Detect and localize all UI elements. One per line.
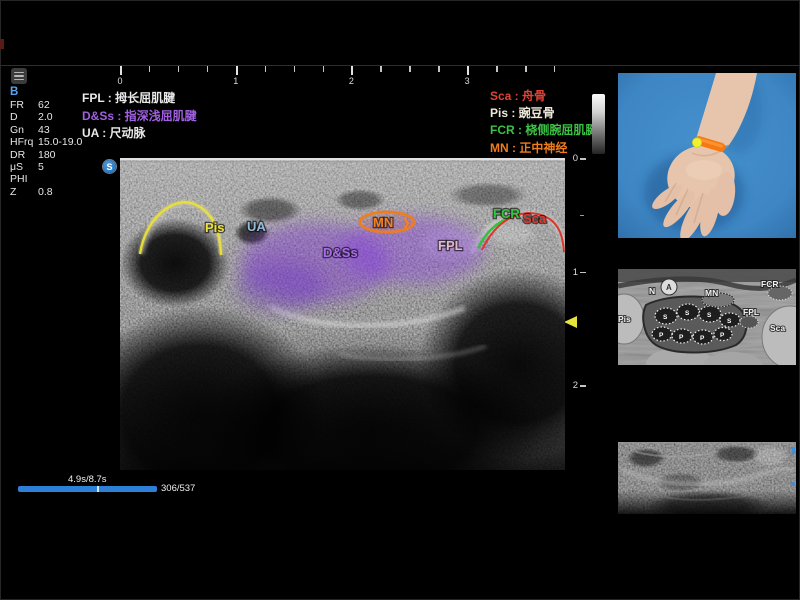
cine-frame-label: 306/537 — [161, 483, 195, 494]
legend-item-pis: Pis : 豌豆骨 — [490, 105, 597, 122]
label-fpl: FPL — [438, 238, 463, 253]
svg-text:S: S — [685, 310, 690, 317]
ruler-tick — [351, 66, 353, 75]
ruler-top-label: 2 — [349, 76, 354, 86]
label-dss: D&Ss — [323, 245, 358, 260]
ruler-tick — [525, 66, 527, 72]
hand-position-reference-photo[interactable] — [618, 73, 796, 238]
thumb-depth-marker — [792, 448, 795, 454]
ruler-top-label: 3 — [465, 76, 470, 86]
ruler-top-label: 0 — [117, 76, 122, 86]
diagram-label-n: N — [649, 286, 655, 296]
anatomy-diagram[interactable]: S S S S P P P P N A MN FCR FPL Pis Sca — [618, 269, 796, 365]
ruler-tick — [207, 66, 209, 72]
diagram-label-sca: Sca — [770, 323, 785, 333]
legend-item-sca: Sca : 舟骨 — [490, 88, 597, 105]
legend-left: FPL : 拇长屈肌腱 D&Ss : 指深浅屈肌腱 UA : 尺动脉 — [82, 90, 197, 143]
ruler-right-label: 0 — [566, 153, 578, 164]
label-pis: Pis — [205, 220, 225, 235]
ruler-tick — [323, 66, 325, 72]
focus-marker-arrow[interactable] — [564, 316, 577, 328]
ruler-tick — [409, 66, 411, 72]
ruler-tick — [380, 66, 382, 72]
menu-button[interactable] — [11, 68, 27, 84]
legend-item-fcr: FCR : 桡侧腕屈肌腱 — [490, 122, 597, 139]
ruler-tick — [580, 385, 586, 387]
ruler-right-label: 1 — [566, 267, 578, 278]
ruler-tick — [496, 66, 498, 72]
diagram-label-fcr: FCR — [761, 279, 778, 289]
legend-item-fpl: FPL : 拇长屈肌腱 — [82, 90, 197, 108]
cine-progress-marker[interactable] — [97, 486, 99, 492]
legend-item-mn: MN : 正中神经 — [490, 140, 597, 157]
probe-orientation-dot — [692, 138, 701, 147]
ruler-right-label: 2 — [566, 380, 578, 391]
param-row-z: Z0.8 — [10, 186, 110, 198]
vendor-logo: S — [103, 160, 116, 173]
label-mn-arrow: ❯ — [402, 218, 410, 229]
diagram-label-pis: Pis — [618, 314, 631, 324]
svg-text:P: P — [720, 332, 725, 339]
diagram-label-mn: MN — [705, 288, 718, 298]
label-fcr: FCR — [493, 206, 520, 221]
ruler-tick — [580, 272, 586, 274]
ruler-top-label: 1 — [233, 76, 238, 86]
reference-ultrasound-thumbnail[interactable] — [618, 442, 796, 514]
label-sca: Sca — [523, 211, 547, 226]
ultrasound-app-window: B FR62 D2.0 Gn43 HFrq15.0-19.0 DR180 μS5… — [0, 0, 800, 600]
svg-text:S: S — [663, 314, 668, 321]
ruler-tick — [580, 215, 584, 217]
ruler-tick — [294, 66, 296, 72]
param-row-dr: DR180 — [10, 149, 110, 161]
edge-notch — [0, 39, 4, 49]
ruler-tick — [149, 66, 151, 72]
param-row-us: μS5 — [10, 161, 110, 173]
cine-time-label: 4.9s/8.7s — [68, 474, 107, 485]
diagram-label-fpl: FPL — [743, 307, 759, 317]
param-row-phi: PHI — [10, 173, 110, 185]
fpl-tendon — [740, 316, 758, 328]
grayscale-bar — [592, 94, 605, 154]
legend-item-ua: UA : 尺动脉 — [82, 125, 197, 143]
svg-text:P: P — [679, 334, 684, 341]
ruler-tick — [467, 66, 469, 75]
ruler-tick — [236, 66, 238, 75]
menu-icon — [14, 72, 24, 74]
svg-text:P: P — [659, 332, 664, 339]
svg-text:S: S — [707, 312, 712, 319]
legend-right: Sca : 舟骨 Pis : 豌豆骨 FCR : 桡侧腕屈肌腱 MN : 正中神… — [490, 88, 597, 157]
svg-text:S: S — [727, 318, 732, 325]
cine-progress-bar[interactable] — [18, 486, 157, 492]
ruler-tick — [178, 66, 180, 72]
ruler-tick — [580, 158, 586, 160]
legend-item-dss: D&Ss : 指深浅屈肌腱 — [82, 108, 197, 126]
ultrasound-main-image[interactable]: Pis UA D&Ss MN ❯ FPL FCR Sca — [120, 158, 565, 470]
ruler-tick — [438, 66, 440, 72]
svg-text:P: P — [700, 335, 705, 342]
ruler-tick — [554, 66, 556, 72]
label-ua: UA — [247, 219, 266, 234]
ruler-tick — [265, 66, 267, 72]
label-mn: MN — [373, 215, 393, 230]
ruler-tick — [120, 66, 122, 75]
diagram-label-a: A — [666, 283, 672, 292]
